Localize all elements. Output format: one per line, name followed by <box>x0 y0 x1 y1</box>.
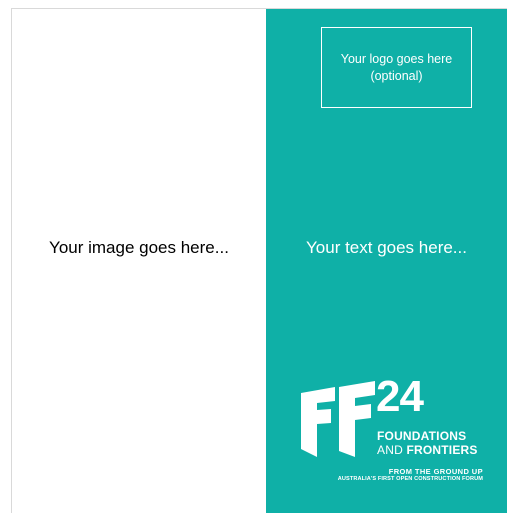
ff-mark-icon <box>301 381 375 457</box>
logo-placeholder-line2: (optional) <box>370 68 423 83</box>
logo-placeholder-line1: Your logo goes here <box>340 51 453 66</box>
ff24-logo: 24 FOUNDATIONS AND FRONTIERS FROM THE GR… <box>301 372 501 492</box>
image-panel[interactable]: Your image goes here... <box>12 9 266 513</box>
ff-foundations: FOUNDATIONS <box>377 429 467 443</box>
image-placeholder-text: Your image goes here... <box>49 238 229 257</box>
ff-subtagline: AUSTRALIA'S FIRST OPEN CONSTRUCTION FORU… <box>337 476 483 482</box>
text-placeholder[interactable]: Your text goes here... <box>266 238 507 258</box>
ff-and-frontiers: AND FRONTIERS <box>377 443 478 457</box>
slide-canvas: Your image goes here... Your logo goes h… <box>11 8 507 513</box>
logo-placeholder-box[interactable]: Your logo goes here (optional) <box>321 27 472 108</box>
ff-year: 24 <box>376 372 424 421</box>
text-panel[interactable]: Your logo goes here (optional) Your text… <box>266 9 507 513</box>
ff-and: AND <box>377 443 407 457</box>
ff-frontiers: FRONTIERS <box>406 443 478 457</box>
ff-tagline: FROM THE GROUND UP <box>388 467 483 476</box>
